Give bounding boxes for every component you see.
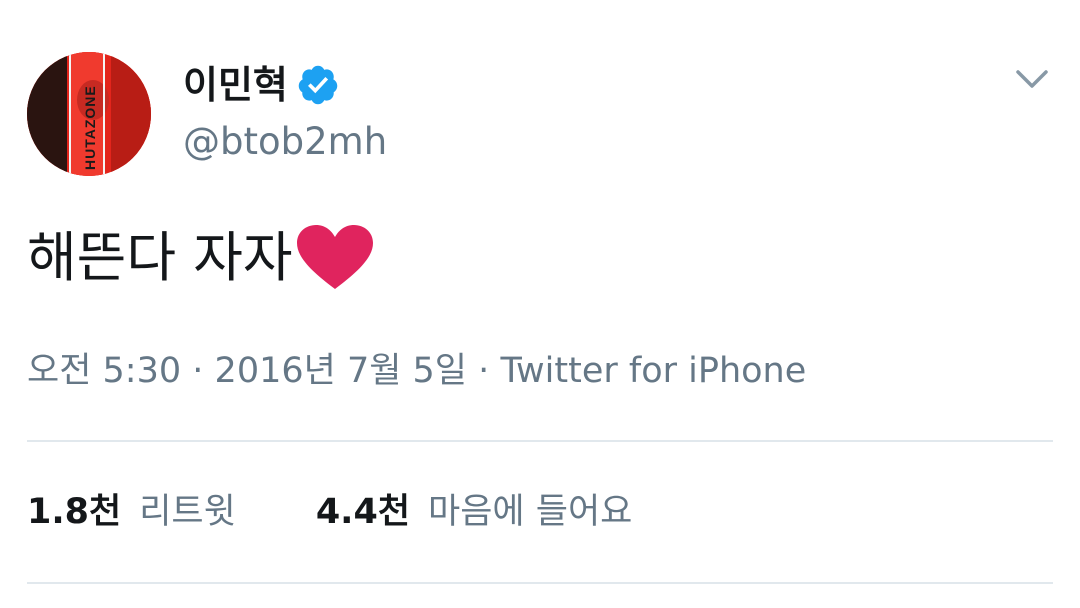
- tweet-meta: 오전 5:30 · 2016년 7월 5일 · Twitter for iPho…: [27, 348, 806, 394]
- tweet-card: HUTAZONE 이민혁 @btob2mh 해뜬다 자자 오전 5:30 · 2…: [0, 0, 1080, 608]
- display-name[interactable]: 이민혁: [183, 60, 340, 110]
- avatar-image: HUTAZONE: [27, 52, 151, 176]
- tweet-text-content: 해뜬다 자자: [27, 226, 293, 289]
- tweet-source[interactable]: Twitter for iPhone: [500, 351, 806, 391]
- display-name-text: 이민혁: [183, 63, 288, 107]
- tweet-stats: 1.8천 리트윗 4.4천 마음에 들어요: [27, 488, 712, 536]
- meta-separator: ·: [478, 351, 490, 391]
- verified-badge-icon: [298, 65, 338, 105]
- tweet-date[interactable]: 2016년 7월 5일: [215, 351, 467, 391]
- likes-label: 마음에 들어요: [428, 492, 633, 532]
- avatar[interactable]: HUTAZONE: [27, 52, 151, 176]
- avatar-logo-text: HUTAZONE: [82, 85, 98, 170]
- chevron-down-icon[interactable]: [1010, 62, 1054, 98]
- retweets-label: 리트윗: [139, 492, 236, 532]
- likes-count: 4.4천: [315, 492, 411, 532]
- heart-emoji-icon: [296, 225, 373, 289]
- username[interactable]: @btob2mh: [183, 118, 387, 166]
- retweets-stat[interactable]: 1.8천 리트윗: [27, 488, 236, 536]
- tweet-text: 해뜬다 자자: [27, 222, 375, 294]
- retweets-count: 1.8천: [27, 492, 122, 532]
- tweet-time[interactable]: 오전 5:30: [27, 351, 181, 391]
- divider: [27, 582, 1053, 584]
- likes-stat[interactable]: 4.4천 마음에 들어요: [316, 488, 633, 536]
- divider: [27, 440, 1053, 442]
- meta-separator: ·: [192, 351, 204, 391]
